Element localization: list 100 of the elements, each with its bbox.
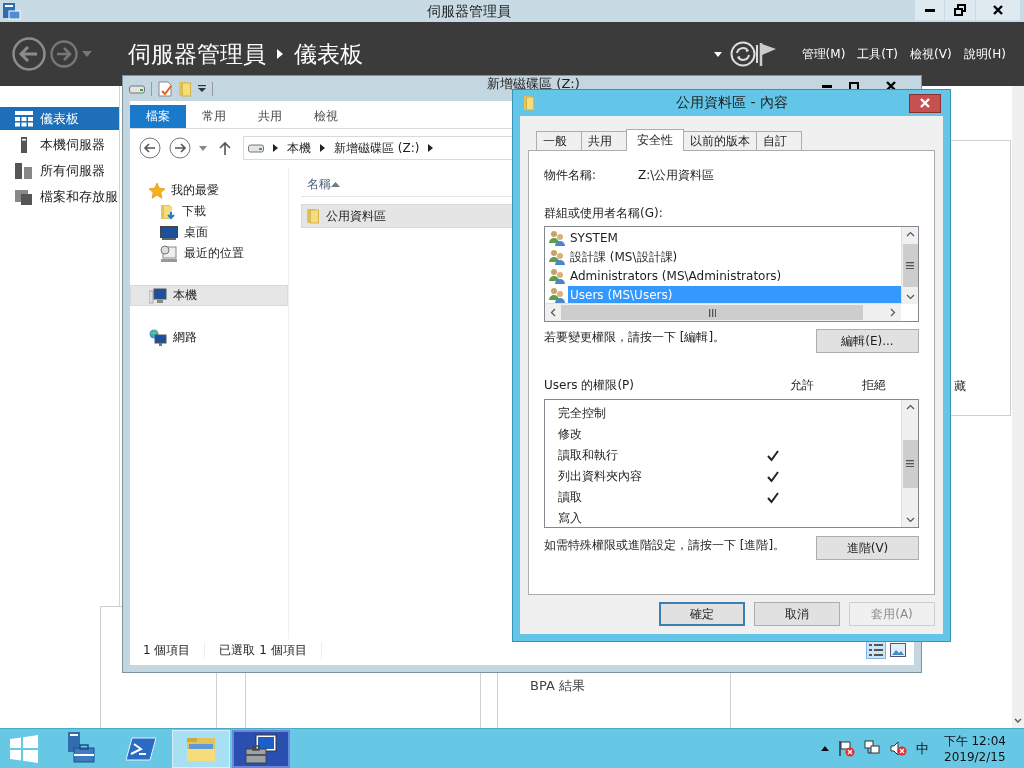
tab[interactable]: 以前的版本	[683, 131, 757, 150]
input-method-indicator[interactable]: 中	[915, 739, 929, 758]
permission-name: 讀取和執行	[558, 447, 619, 464]
chevron-icon	[276, 49, 284, 59]
flag-button[interactable]	[757, 42, 778, 66]
notifications-dropdown[interactable]	[713, 51, 722, 57]
scrollbar[interactable]	[901, 400, 918, 527]
nav-item[interactable]: 桌面	[130, 222, 288, 243]
network-button[interactable]	[863, 740, 881, 757]
menu-item[interactable]: 工具(T)	[851, 43, 905, 65]
up-arrow-icon	[219, 141, 231, 155]
downloads-folder-icon	[160, 203, 176, 220]
window-title: 公用資料區 - 內容	[675, 94, 789, 112]
users-icon	[549, 267, 566, 284]
servers-icon	[15, 162, 33, 179]
edit-button[interactable]: 編輯(E)...	[816, 329, 919, 353]
scrollbar[interactable]	[1012, 86, 1024, 728]
nav-item[interactable]: 最近的位置	[130, 243, 288, 264]
breadcrumb-text: 儀表板	[294, 39, 363, 69]
close-button[interactable]	[976, 0, 1020, 20]
chevron-icon	[428, 144, 434, 152]
ribbon-tab[interactable]: 檢視	[298, 105, 354, 128]
scroll-thumb[interactable]	[561, 305, 863, 320]
users-icon	[549, 286, 566, 303]
recent-places-icon	[160, 245, 178, 262]
back-icon	[139, 137, 161, 159]
group-list[interactable]: SYSTEM 設計課 (MS\設計課) Administrators (MS\Administrators) Users (MS\Users)	[544, 226, 919, 322]
ribbon-tab[interactable]: 共用	[242, 105, 298, 128]
group-item[interactable]: Administrators (MS\Administrators)	[568, 266, 901, 285]
computer-toolbox-icon	[244, 732, 278, 765]
show-hidden-icons-button[interactable]	[820, 746, 829, 751]
nav-item[interactable]: 下載	[130, 201, 288, 222]
close-button[interactable]	[909, 93, 941, 113]
forward-button[interactable]	[169, 137, 191, 159]
scrollbar[interactable]	[545, 303, 901, 321]
list-label: Users 的權限(P)	[544, 377, 636, 394]
menu-item[interactable]: 說明(H)	[957, 43, 1012, 65]
users-icon	[549, 229, 566, 246]
dashboard-icon	[15, 110, 33, 127]
menu-item[interactable]: 管理(M)	[795, 43, 852, 65]
dialog-button[interactable]: 取消	[754, 602, 840, 626]
volume-button[interactable]	[889, 740, 907, 757]
group-item[interactable]: 設計課 (MS\設計課)	[568, 247, 901, 266]
forward-icon	[169, 137, 191, 159]
up-button[interactable]	[219, 141, 231, 155]
tab[interactable]: 一般	[536, 131, 582, 150]
hint-text: 如需特殊權限或進階設定，請按一下 [進階]。	[544, 537, 786, 554]
caret-icon	[713, 51, 722, 57]
restore-icon	[954, 4, 966, 16]
forward-icon	[50, 40, 78, 68]
history-dropdown[interactable]	[82, 51, 92, 57]
breadcrumb-text[interactable]: 本機	[287, 139, 311, 157]
check-icon	[767, 491, 780, 504]
action-center-button[interactable]	[837, 740, 855, 757]
minimize-button[interactable]	[915, 0, 944, 20]
tab[interactable]: 自訂	[756, 131, 802, 150]
sidebar-item[interactable]: 本機伺服器	[0, 133, 119, 156]
scrollbar[interactable]	[901, 227, 918, 304]
nav-item[interactable]: 網路	[130, 327, 288, 348]
back-button[interactable]	[12, 37, 46, 71]
close-icon	[920, 98, 930, 108]
recent-locations-dropdown[interactable]	[199, 145, 207, 151]
refresh-button[interactable]	[729, 41, 756, 67]
drive-icon	[129, 83, 145, 94]
breadcrumb-text[interactable]: 新增磁碟區 (Z:)	[334, 139, 420, 157]
list-label: 群組或使用者名稱(G):	[544, 205, 664, 222]
document-check-icon	[158, 80, 172, 97]
dialog-button[interactable]: 確定	[659, 602, 745, 626]
taskbar-button[interactable]	[232, 729, 290, 768]
back-button[interactable]	[139, 137, 161, 159]
clock[interactable]: 下午 12:04 2019/2/15	[943, 732, 1006, 765]
advanced-button[interactable]: 進階(V)	[816, 536, 919, 560]
caret-icon	[198, 85, 206, 92]
properties-button[interactable]	[158, 80, 172, 97]
star-icon	[149, 182, 165, 199]
tab[interactable]: 安全性	[626, 129, 684, 151]
caret-icon	[82, 51, 92, 57]
nav-item[interactable]: 我的最愛	[130, 180, 288, 201]
start-button[interactable]	[10, 734, 38, 763]
sidebar-item[interactable]: 檔案和存放服	[0, 185, 119, 208]
check-icon	[767, 449, 780, 462]
tab[interactable]: 共用	[581, 131, 627, 150]
ribbon-tab[interactable]: 常用	[186, 105, 242, 128]
restore-button[interactable]	[945, 0, 975, 20]
nav-item[interactable]: 本機	[130, 285, 288, 306]
sidebar-item[interactable]: 所有伺服器	[0, 159, 119, 182]
customize-dropdown[interactable]	[198, 85, 206, 92]
group-item[interactable]: SYSTEM	[568, 228, 901, 247]
speaker-icon	[889, 740, 907, 757]
menu-item[interactable]: 檢視(V)	[904, 43, 958, 65]
thumbnail-view-button[interactable]	[888, 641, 908, 659]
separator-icon	[151, 81, 152, 96]
forward-button[interactable]	[50, 40, 78, 68]
grip-icon	[906, 262, 914, 269]
scroll-thumb[interactable]	[902, 439, 918, 488]
sidebar-item[interactable]: 儀表板	[0, 107, 119, 130]
scroll-thumb[interactable]	[902, 244, 918, 287]
toolbox-icon	[66, 731, 96, 766]
ribbon-tab[interactable]: 檔案	[130, 105, 186, 128]
caret-icon	[199, 145, 207, 151]
